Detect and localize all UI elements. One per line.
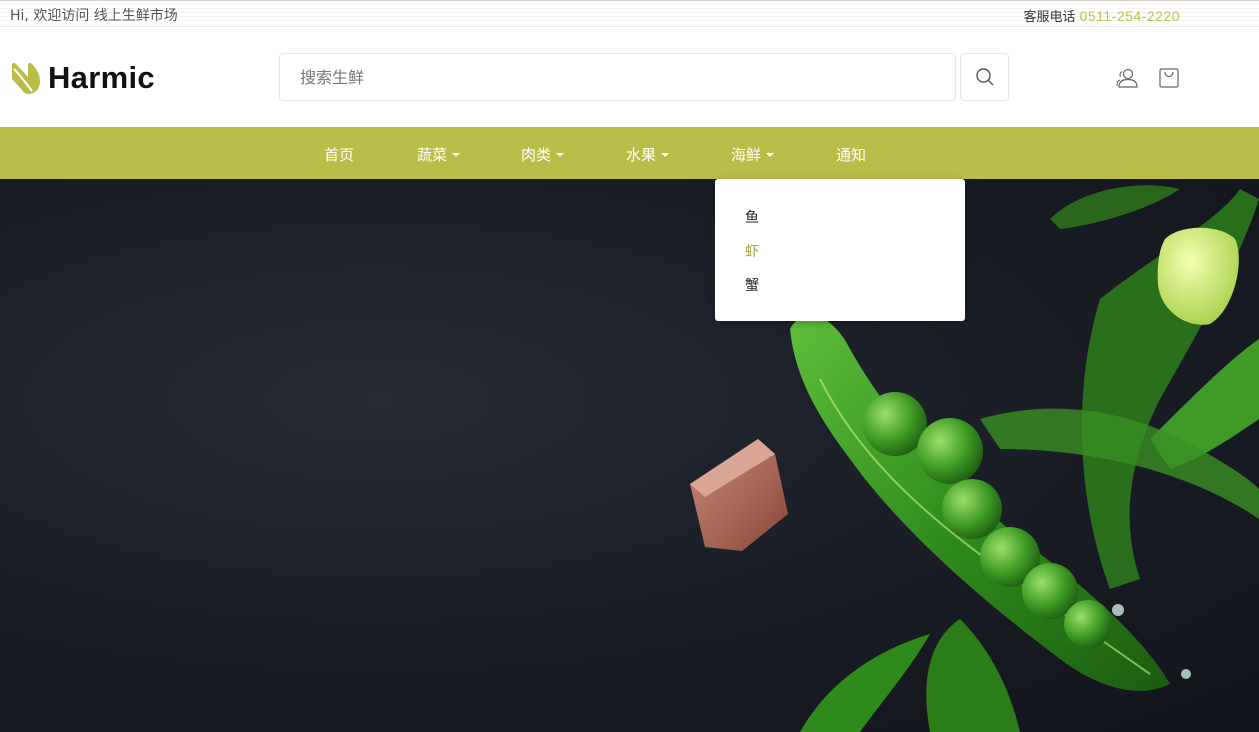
site-header: Harmic [0,27,1259,127]
search-input[interactable] [280,54,955,100]
shopping-bag-icon [1159,68,1179,88]
caret-down-icon [556,152,565,157]
caret-down-icon [661,152,670,157]
hero-banner [0,179,1259,732]
nav-item-label: 肉类 [521,146,552,164]
nav-item-label: 海鲜 [731,146,762,164]
nav-item-label: 首页 [324,146,355,164]
welcome-text: Hi, 欢迎访问 线上生鲜市场 [10,8,178,24]
top-bar: Hi, 欢迎访问 线上生鲜市场 客服电话 0511-254-2220 [0,0,1259,27]
nav-item-notice[interactable]: 通知 [836,144,866,165]
nav-item-vegetables[interactable]: 蔬菜 [417,144,461,165]
dropdown-item-crab[interactable]: 蟹 [745,275,759,295]
nav-item-label: 水果 [626,146,657,164]
main-nav: 首页 蔬菜 肉类 水果 海鲜 通知 [0,127,1259,179]
hotline-label: 客服电话 [1023,10,1076,25]
nav-item-meat[interactable]: 肉类 [521,144,565,165]
seafood-dropdown-menu: 鱼 虾 蟹 [715,179,965,321]
dropdown-item-shrimp[interactable]: 虾 [745,241,759,261]
nav-item-label: 通知 [836,146,867,164]
account-button[interactable] [1115,66,1139,90]
cart-button[interactable] [1157,66,1181,90]
leaf-logo-icon [12,62,40,94]
search-icon [975,68,993,86]
dropdown-item-fish[interactable]: 鱼 [745,207,759,227]
user-icon [1116,68,1138,88]
caret-down-icon [766,152,775,157]
nav-item-label: 蔬菜 [417,146,448,164]
logo[interactable]: Harmic [10,60,155,96]
search-button[interactable] [960,53,1009,101]
caret-down-icon [452,152,461,157]
nav-item-home[interactable]: 首页 [324,144,354,165]
hero-image [690,185,1259,732]
hotline-number[interactable]: 0511-254-2220 [1080,8,1180,24]
hotline: 客服电话 0511-254-2220 [1024,6,1180,25]
nav-item-fruit[interactable]: 水果 [626,144,670,165]
nav-item-seafood[interactable]: 海鲜 [731,144,775,165]
search-field[interactable] [279,53,956,101]
logo-text: Harmic [48,60,155,95]
